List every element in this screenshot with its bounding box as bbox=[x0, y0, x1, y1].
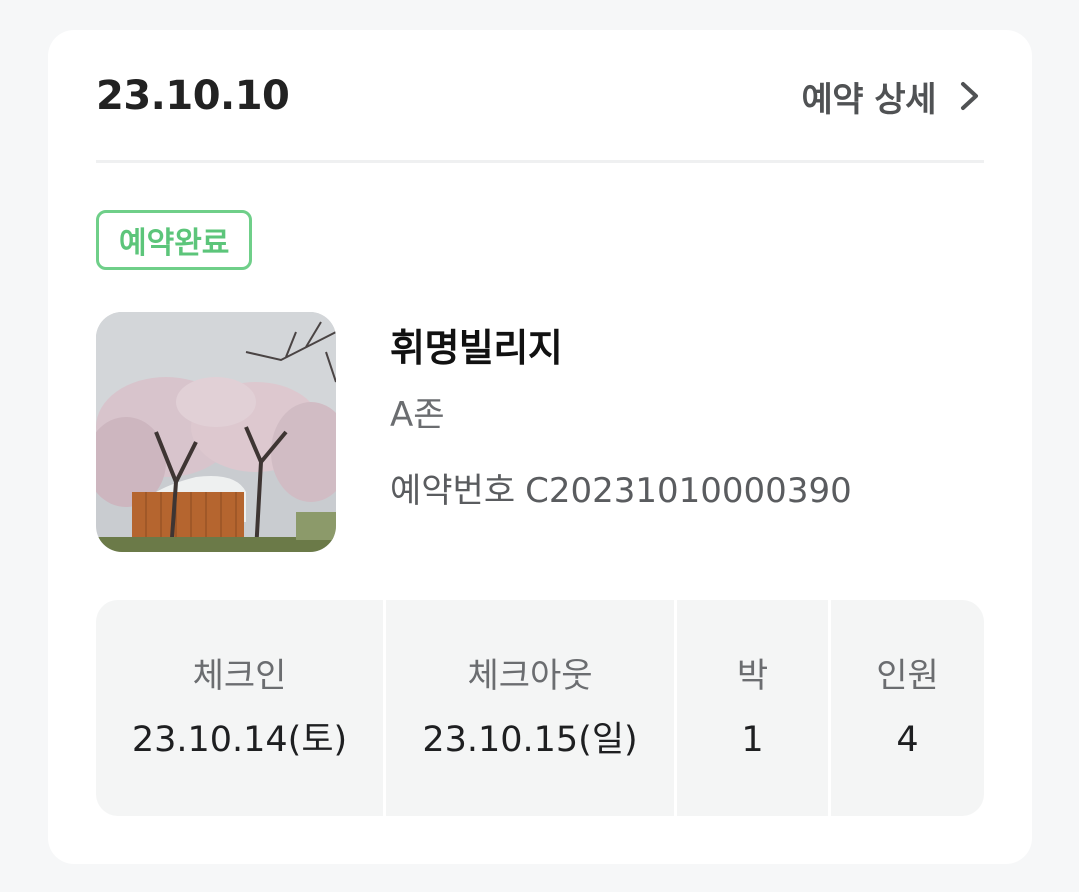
status-badge: 예약완료 bbox=[96, 210, 253, 270]
chevron-right-icon bbox=[954, 81, 984, 111]
booking-number: 예약번호 C20231010000390 bbox=[390, 466, 852, 516]
zone-name: A존 bbox=[390, 395, 445, 435]
check-in-value: 23.10.14(토) bbox=[131, 720, 348, 760]
order-date: 23.10.10 bbox=[96, 73, 290, 119]
guests-label: 인원 bbox=[876, 656, 939, 696]
reservation-detail-link[interactable]: 예약 상세 bbox=[802, 72, 984, 121]
guests-value: 4 bbox=[896, 720, 919, 760]
reservation-card: 23.10.10 예약 상세 예약완료 휘명빌리지 A존 예약번호 C20231… bbox=[48, 30, 1032, 864]
reservation-detail-label: 예약 상세 bbox=[801, 79, 937, 120]
card-header: 23.10.10 예약 상세 bbox=[96, 30, 984, 163]
nights-cell: 박 1 bbox=[677, 600, 828, 816]
booking-number-label: 예약번호 bbox=[390, 471, 516, 511]
guests-cell: 인원 4 bbox=[831, 600, 984, 816]
check-out-label: 체크아웃 bbox=[467, 656, 593, 696]
check-in-label: 체크인 bbox=[192, 656, 287, 696]
place-thumbnail[interactable] bbox=[96, 312, 336, 552]
booking-number-value: C20231010000390 bbox=[525, 471, 852, 511]
nights-label: 박 bbox=[736, 656, 769, 696]
check-in-cell: 체크인 23.10.14(토) bbox=[96, 600, 383, 816]
place-info: 휘명빌리지 A존 예약번호 C20231010000390 bbox=[390, 320, 852, 516]
nights-value: 1 bbox=[741, 720, 764, 760]
check-out-cell: 체크아웃 23.10.15(일) bbox=[386, 600, 674, 816]
stay-summary: 체크인 23.10.14(토) 체크아웃 23.10.15(일) 박 1 인원 … bbox=[96, 600, 984, 816]
check-out-value: 23.10.15(일) bbox=[422, 720, 638, 760]
place-name[interactable]: 휘명빌리지 bbox=[390, 320, 852, 376]
